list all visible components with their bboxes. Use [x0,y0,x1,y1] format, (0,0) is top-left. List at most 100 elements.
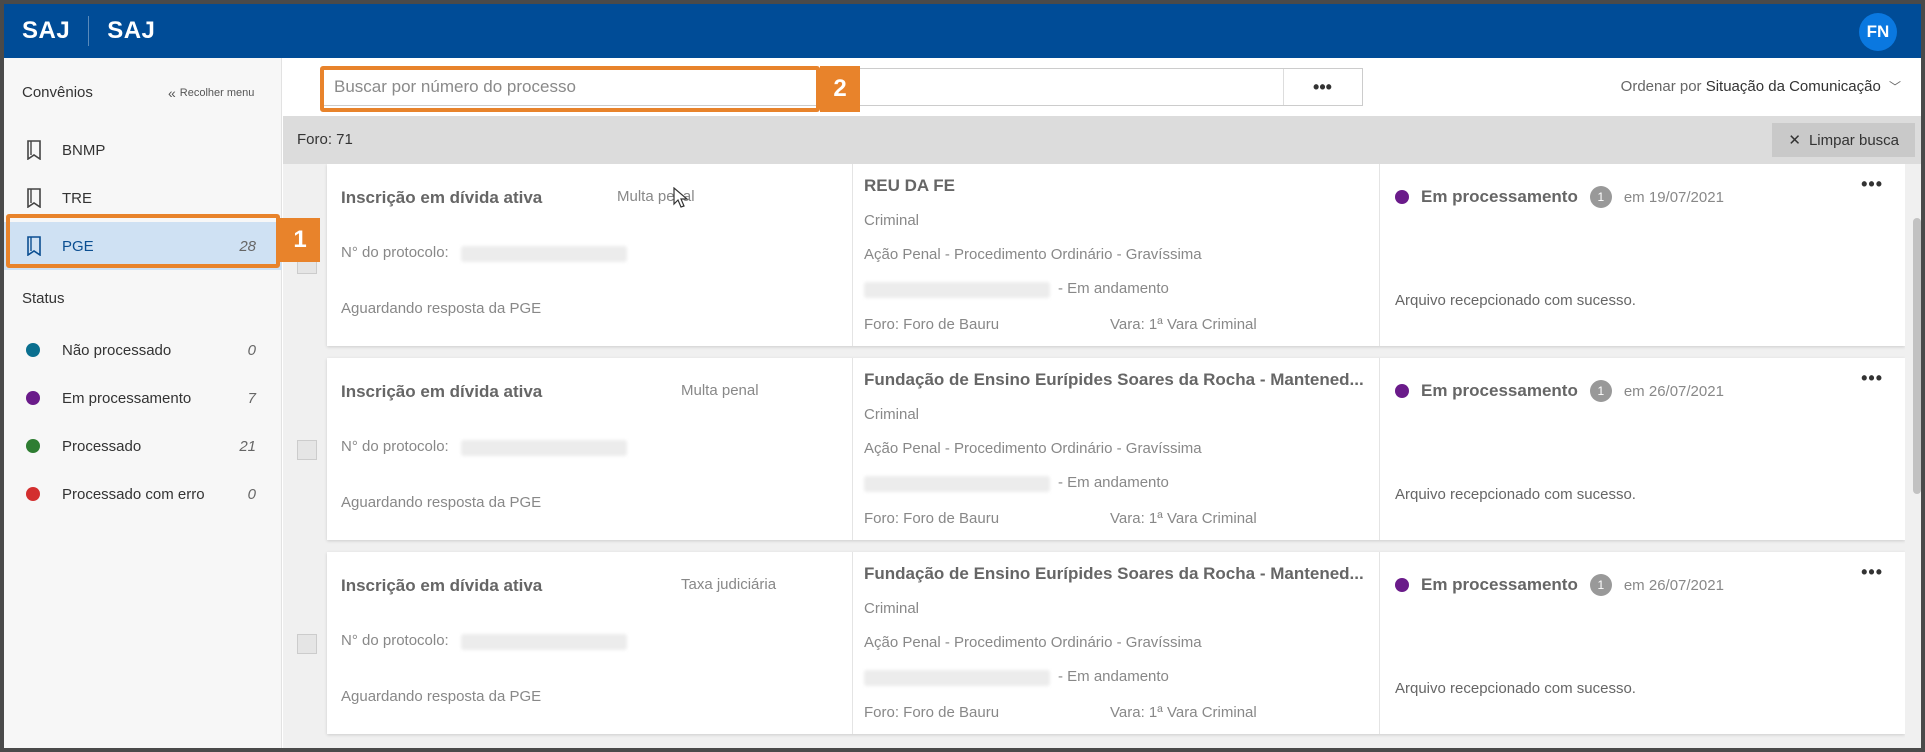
callout-number-2: 2 [820,66,860,112]
status-line: Em processamento 1 em 26/07/2021 [1395,380,1724,402]
top-bar: SAJ SAJ FN [4,4,1921,58]
double-chevron-left-icon: « [168,85,176,101]
sort-dropdown[interactable]: Ordenar por Situação da Comunicação ﹀ [1621,78,1901,95]
card-status: Em processamento 1 em 26/07/2021 Arquivo… [1381,358,1905,540]
status-dot-icon [1395,384,1409,398]
sidebar-item-label: TRE [62,189,92,207]
main-content: ••• Ordenar por Situação da Comunicação … [283,58,1921,748]
status-message: Arquivo recepcionado com sucesso. [1395,486,1636,503]
status-count: 21 [239,437,256,455]
row-checkbox[interactable] [297,634,317,654]
status-filter-processado-com-erro[interactable]: Processado com erro 0 [4,470,282,518]
search-options-button[interactable]: ••• [1283,69,1361,105]
bookmark-icon [27,188,41,208]
sidebar-item-bnmp[interactable]: BNMP [4,126,282,174]
process-vara: Vara: 1ª Vara Criminal [1110,316,1257,333]
status-date: em 19/07/2021 [1623,188,1724,206]
protocol-value-redacted [461,634,627,650]
party-name: REU DA FE [864,176,955,195]
card-type: Multa penal [681,382,759,399]
process-number-redacted [864,670,1050,686]
card-menu-button[interactable]: ••• [1861,562,1883,583]
waiting-status: Aguardando resposta da PGE [341,300,542,317]
process-action: Ação Penal - Procedimento Ordinário - Gr… [864,440,1202,457]
card-process-details: Fundação de Ensino Eurípides Soares da R… [854,358,1380,540]
status-filter-processado[interactable]: Processado 21 [4,422,282,470]
status-text: Em processamento [1421,381,1578,400]
clear-search-button[interactable]: ✕ Limpar busca [1772,123,1915,157]
chevron-down-icon: ﹀ [1888,80,1901,94]
status-date: em 26/07/2021 [1623,576,1724,594]
communication-card[interactable]: Inscrição em dívida ativa Multa penal N°… [327,164,1905,346]
process-progress: - Em andamento [1058,668,1169,685]
party-name: Fundação de Ensino Eurípides Soares da R… [864,370,1364,389]
list-item: Inscrição em dívida ativa Taxa judiciári… [283,552,1905,734]
card-menu-button[interactable]: ••• [1861,368,1883,389]
process-number-redacted [864,282,1050,298]
collapse-menu-label: Recolher menu [179,87,255,99]
status-text: Em processamento [1421,575,1578,594]
status-line: Em processamento 1 em 26/07/2021 [1395,574,1724,596]
status-count-badge[interactable]: 1 [1589,380,1612,402]
process-progress: - Em andamento [1058,280,1169,297]
brand-logo[interactable]: SAJ [4,17,88,45]
status-label: Em processamento [62,389,192,407]
card-menu-button[interactable]: ••• [1861,174,1883,195]
sidebar-header: Convênios [22,84,93,101]
brand-app-name[interactable]: SAJ [89,17,173,45]
card-title: Inscrição em dívida ativa [341,188,543,207]
active-filter-row: Foro: 71 ✕ Limpar busca [283,116,1921,164]
bookmark-icon [27,140,41,160]
sidebar: Convênios « Recolher menu BNMP TRE PGE 2… [4,58,282,748]
process-number-redacted [864,476,1050,492]
user-avatar[interactable]: FN [1859,13,1897,51]
callout-highlight-1 [6,214,280,268]
app-window: SAJ SAJ FN Convênios « Recolher menu BNM… [0,0,1925,752]
card-title: Inscrição em dívida ativa [341,576,543,595]
waiting-status: Aguardando resposta da PGE [341,688,542,705]
status-label: Processado [62,437,142,455]
status-filter-em-processamento[interactable]: Em processamento 7 [4,374,282,422]
status-dot-icon [1395,578,1409,592]
clear-search-label: Limpar busca [1808,131,1899,149]
card-status: Em processamento 1 em 26/07/2021 Arquivo… [1381,552,1905,734]
status-dot-icon [1395,190,1409,204]
card-title: Inscrição em dívida ativa [341,382,543,401]
status-section-title: Status [22,290,65,307]
status-count-badge[interactable]: 1 [1589,574,1612,596]
status-message: Arquivo recepcionado com sucesso. [1395,680,1636,697]
card-process-details: REU DA FE Criminal Ação Penal - Procedim… [854,164,1380,346]
collapse-menu-button[interactable]: « Recolher menu [168,85,254,101]
protocol-label: N° do protocolo: [341,244,449,261]
waiting-status: Aguardando resposta da PGE [341,494,542,511]
process-area: Criminal [864,600,920,617]
card-type: Taxa judiciária [681,576,777,593]
process-vara: Vara: 1ª Vara Criminal [1110,510,1257,527]
status-filter-nao-processado[interactable]: Não processado 0 [4,326,282,374]
communication-card[interactable]: Inscrição em dívida ativa Multa penal N°… [327,358,1905,540]
process-area: Criminal [864,212,920,229]
protocol-label: N° do protocolo: [341,438,449,455]
status-count: 0 [247,341,256,359]
sidebar-item-label: BNMP [62,141,106,159]
active-filter-label: Foro: 71 [297,131,353,148]
sort-value: Situação da Comunicação [1705,78,1881,95]
status-count-badge[interactable]: 1 [1589,186,1612,208]
protocol-label: N° do protocolo: [341,632,449,649]
process-foro: Foro: Foro de Bauru [864,316,1000,333]
status-text: Em processamento [1421,187,1578,206]
process-foro: Foro: Foro de Bauru [864,510,1000,527]
communication-list: Inscrição em dívida ativa Multa penal N°… [283,164,1905,748]
card-summary: Inscrição em dívida ativa Taxa judiciári… [327,552,853,734]
close-icon: ✕ [1788,132,1801,149]
row-checkbox[interactable] [297,440,317,460]
process-action: Ação Penal - Procedimento Ordinário - Gr… [864,246,1202,263]
status-count: 7 [247,389,256,407]
card-status: Em processamento 1 em 19/07/2021 Arquivo… [1381,164,1905,346]
callout-highlight-2 [320,66,820,112]
status-date: em 26/07/2021 [1623,382,1724,400]
communication-card[interactable]: Inscrição em dívida ativa Taxa judiciári… [327,552,1905,734]
status-dot-icon [26,487,40,501]
list-scrollbar[interactable] [1913,218,1921,494]
party-name: Fundação de Ensino Eurípides Soares da R… [864,564,1364,583]
